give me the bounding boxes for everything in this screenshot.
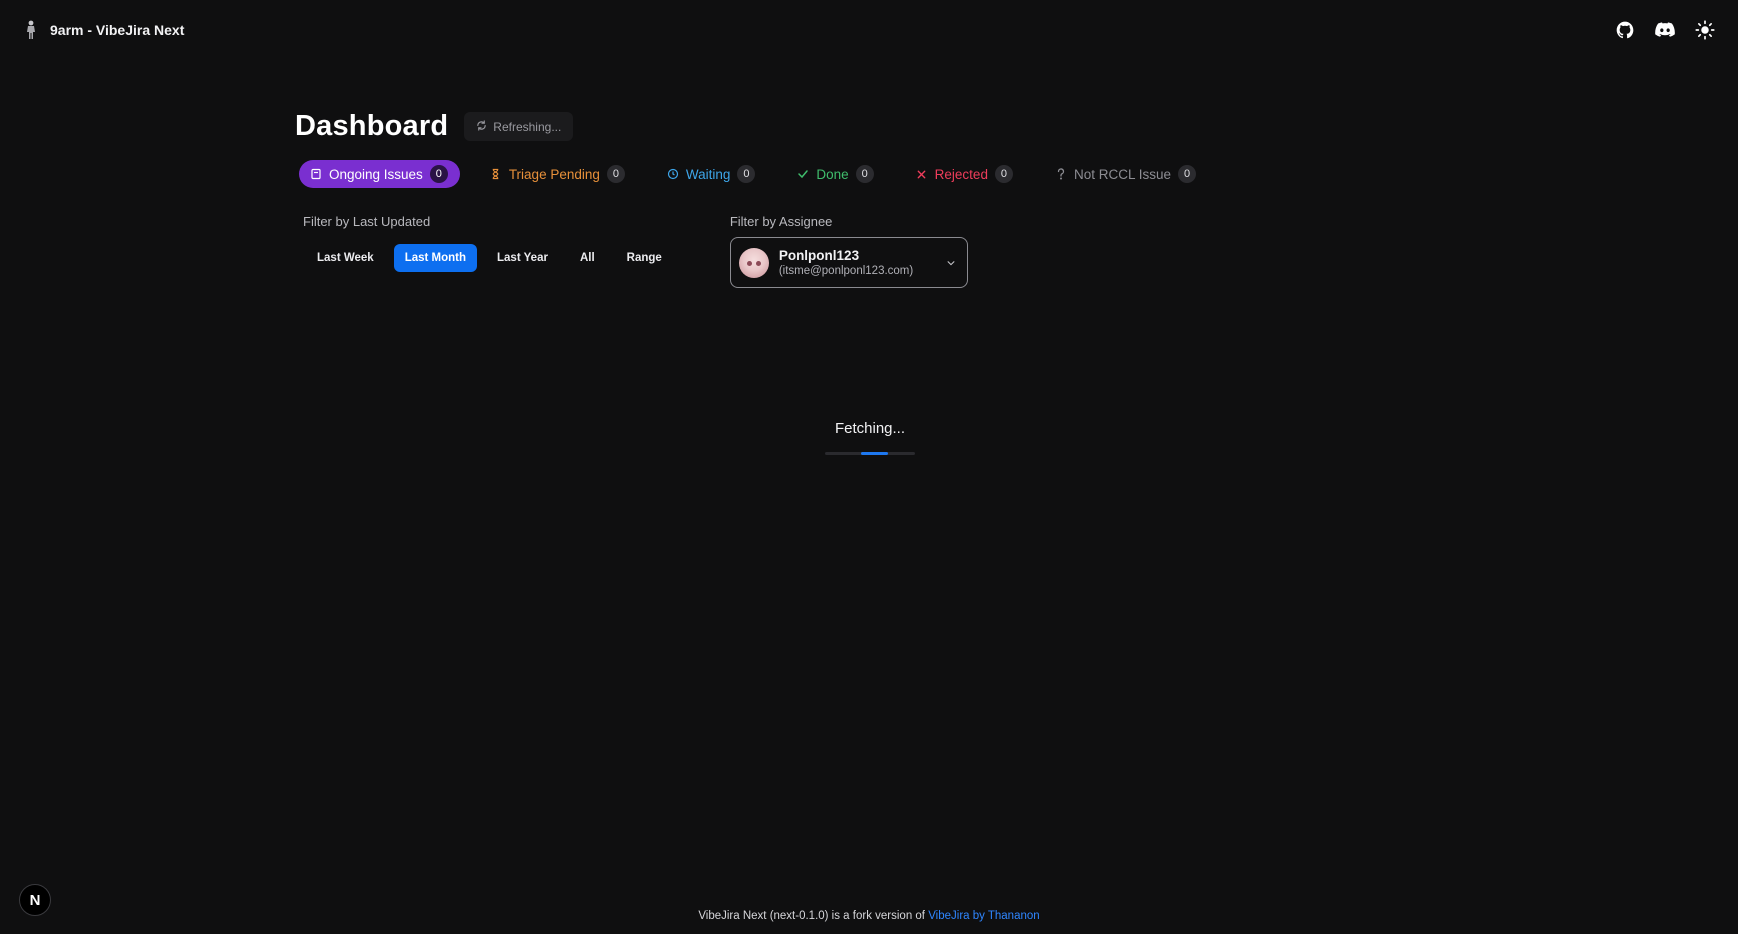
discord-icon[interactable] bbox=[1654, 19, 1676, 41]
theme-toggle-icon[interactable] bbox=[1694, 19, 1716, 41]
loading-indicator: Fetching... bbox=[825, 420, 915, 455]
range-last-week-button[interactable]: Last Week bbox=[305, 244, 386, 272]
tab-label: Triage Pending bbox=[508, 166, 600, 182]
refresh-icon bbox=[476, 119, 487, 134]
tab-ongoing-issues[interactable]: Ongoing Issues 0 bbox=[299, 160, 460, 188]
assignee-name: Ponlponl123 bbox=[778, 248, 860, 263]
tab-count: 0 bbox=[429, 165, 448, 183]
title-row: Dashboard Refreshing... bbox=[295, 110, 1395, 143]
assignee-email: (itsme@ponlponl123.com) bbox=[778, 265, 914, 277]
progress-fill bbox=[861, 452, 888, 455]
dashboard-main: Dashboard Refreshing... Ongoing Issues 0 bbox=[295, 110, 1395, 288]
range-last-month-button[interactable]: Last Month bbox=[393, 244, 478, 272]
footer-link[interactable]: VibeJira by Thananon bbox=[928, 910, 1039, 922]
tab-count: 0 bbox=[737, 165, 756, 183]
tab-count: 0 bbox=[1178, 165, 1196, 183]
tab-label: Waiting bbox=[685, 166, 731, 182]
question-icon bbox=[1055, 168, 1067, 180]
hourglass-icon bbox=[490, 168, 502, 180]
tab-count: 0 bbox=[855, 165, 874, 183]
tab-waiting[interactable]: Waiting 0 bbox=[655, 160, 768, 188]
assignee-filter: Filter by Assignee Ponlponl123 (itsme@po… bbox=[729, 214, 968, 288]
tab-triage-pending[interactable]: Triage Pending 0 bbox=[478, 160, 637, 188]
chevron-down-icon bbox=[945, 257, 957, 269]
x-icon bbox=[916, 168, 928, 180]
refresh-button[interactable]: Refreshing... bbox=[464, 112, 574, 141]
tab-label: Not RCCL Issue bbox=[1073, 166, 1171, 182]
clock-icon bbox=[667, 168, 679, 180]
tab-count: 0 bbox=[606, 165, 625, 183]
brand-logo-icon bbox=[22, 19, 40, 41]
tab-done[interactable]: Done 0 bbox=[785, 160, 885, 188]
top-bar: 9arm - VibeJira Next bbox=[0, 0, 1738, 60]
filters: Filter by Last Updated Last Week Last Mo… bbox=[303, 214, 1395, 288]
check-icon bbox=[797, 168, 809, 180]
loading-text: Fetching... bbox=[834, 420, 906, 437]
avatar bbox=[738, 247, 769, 278]
header-actions bbox=[1614, 19, 1716, 41]
last-updated-label: Filter by Last Updated bbox=[303, 214, 431, 229]
refresh-label: Refreshing... bbox=[493, 119, 562, 134]
footer-text: VibeJira Next (next-0.1.0) is a fork ver… bbox=[698, 910, 929, 922]
assignee-label: Filter by Assignee bbox=[729, 214, 833, 229]
tab-label: Rejected bbox=[934, 166, 988, 182]
tab-label: Ongoing Issues bbox=[329, 166, 423, 182]
footer: VibeJira Next (next-0.1.0) is a fork ver… bbox=[0, 910, 1738, 922]
github-icon[interactable] bbox=[1614, 19, 1636, 41]
progress-bar bbox=[825, 452, 915, 455]
range-last-year-button[interactable]: Last Year bbox=[485, 244, 560, 272]
assignee-text: Ponlponl123 (itsme@ponlponl123.com) bbox=[779, 248, 935, 277]
tab-rejected[interactable]: Rejected 0 bbox=[904, 160, 1025, 188]
ongoing-icon bbox=[310, 168, 322, 180]
assignee-select[interactable]: Ponlponl123 (itsme@ponlponl123.com) bbox=[729, 237, 968, 288]
last-updated-filter: Filter by Last Updated Last Week Last Mo… bbox=[303, 214, 674, 288]
app-title: 9arm - VibeJira Next bbox=[50, 22, 185, 38]
tab-label: Done bbox=[816, 166, 849, 182]
corner-badge-button[interactable]: N bbox=[19, 884, 51, 916]
brand[interactable]: 9arm - VibeJira Next bbox=[22, 19, 184, 41]
tab-not-rccl-issue[interactable]: Not RCCL Issue 0 bbox=[1043, 160, 1208, 188]
range-custom-button[interactable]: Range bbox=[615, 244, 674, 272]
page-title: Dashboard bbox=[295, 110, 449, 142]
range-button-group: Last Week Last Month Last Year All Range bbox=[305, 244, 674, 272]
range-all-button[interactable]: All bbox=[568, 244, 607, 272]
tab-count: 0 bbox=[994, 165, 1013, 183]
status-tabs: Ongoing Issues 0 Triage Pending 0 Waitin… bbox=[299, 160, 1395, 188]
